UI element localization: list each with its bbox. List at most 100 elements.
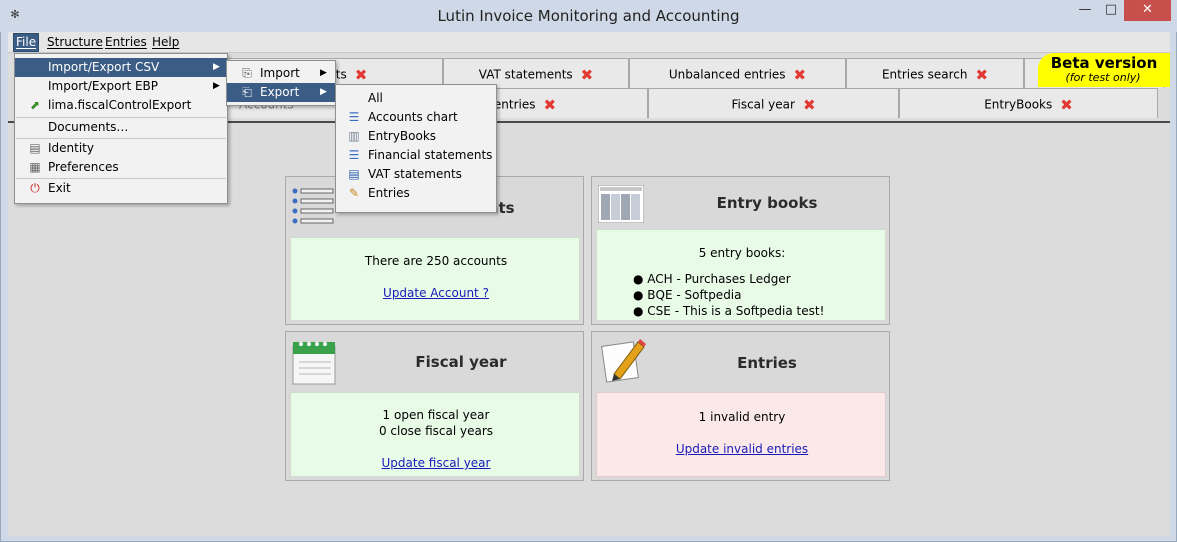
menu-item-export[interactable]: ⎗ Export ▶ [227, 83, 335, 102]
tab-label: Fiscal year [731, 97, 795, 112]
entrybooks-count-text: 5 entry books: [698, 246, 786, 260]
panel-title: Fiscal year [415, 353, 507, 371]
menu-item-label: Import [260, 66, 300, 80]
entrybook-label: ACH - Purchases Ledger [647, 272, 791, 286]
panel-title: Entries [737, 354, 797, 372]
entrybooks-icon [597, 184, 645, 224]
update-account-link[interactable]: Update Account ? [291, 286, 581, 300]
menu-item-label: Export [260, 85, 300, 99]
beta-title: Beta version [1050, 54, 1158, 72]
menu-item-export-entrybooks[interactable]: ▥ EntryBooks [336, 127, 496, 146]
panel-title: Entry books [716, 194, 818, 212]
maximize-button[interactable]: □ [1098, 0, 1124, 21]
close-tab-icon[interactable]: ✖ [1060, 96, 1073, 114]
tab-unbalanced-entries[interactable]: Unbalanced entries ✖ [629, 58, 846, 88]
menu-file[interactable]: File [12, 33, 40, 52]
menu-item-export-entries[interactable]: ✎ Entries [336, 184, 496, 203]
menu-item-import[interactable]: ⎘ Import ▶ [227, 64, 335, 83]
close-tab-icon[interactable]: ✖ [544, 96, 557, 114]
vat-statements-icon: ▤ [348, 167, 360, 181]
list-item: ● CSE - This is a Softpedia test! [633, 304, 825, 318]
import-icon: ⎘ [242, 66, 252, 80]
accounts-info: There are 250 accounts Update Account ? [290, 237, 580, 321]
update-fiscal-year-link[interactable]: Update fiscal year [291, 456, 581, 470]
submenu-arrow-icon: ▶ [213, 81, 220, 91]
submenu-arrow-icon: ▶ [213, 62, 220, 72]
menu-item-label: Financial statements [368, 148, 493, 162]
close-tab-icon[interactable]: ✖ [581, 66, 594, 84]
tab-entries-search[interactable]: Entries search ✖ [846, 58, 1024, 88]
menu-item-import-export-ebp[interactable]: Import/Export EBP ▶ [15, 77, 227, 96]
file-menu: Import/Export CSV ▶ Import/Export EBP ▶ … [14, 53, 228, 204]
closed-fiscal-text: 0 close fiscal years [378, 424, 494, 438]
pencil-icon: ✎ [348, 186, 360, 200]
beta-subtitle: (for test only) [1065, 71, 1141, 84]
menu-item-label: VAT statements [368, 167, 462, 181]
entrybooks-info: 5 entry books: ● ACH - Purchases Ledger … [596, 229, 886, 321]
submenu-arrow-icon: ▶ [320, 87, 327, 97]
menu-item-label: All [368, 91, 383, 105]
window-title: Lutin Invoice Monitoring and Accounting [437, 7, 740, 25]
export-icon: ⬈ [29, 98, 41, 112]
menu-item-label: Entries [368, 186, 410, 200]
menu-item-export-vat-statements[interactable]: ▤ VAT statements [336, 165, 496, 184]
close-tab-icon[interactable]: ✖ [975, 66, 988, 84]
title-bar: ✻ Lutin Invoice Monitoring and Accountin… [0, 0, 1177, 32]
calendar-icon [291, 338, 339, 386]
close-tab-icon[interactable]: ✖ [355, 66, 368, 84]
menu-help[interactable]: Help [150, 34, 181, 51]
entrybook-label: BQE - Softpedia [647, 288, 742, 302]
fiscal-year-info: 1 open fiscal year 0 close fiscal years … [290, 392, 580, 477]
accounts-chart-icon: ☰ [348, 110, 360, 124]
export-submenu: All ☰ Accounts chart ▥ EntryBooks ☰ Fina… [335, 84, 497, 213]
open-fiscal-text: 1 open fiscal year [382, 408, 490, 422]
menu-item-label: Identity [48, 141, 94, 155]
menu-item-label: Import/Export CSV [48, 60, 160, 74]
exit-icon: ⏻ [30, 181, 40, 195]
submenu-arrow-icon: ▶ [320, 68, 327, 78]
identity-icon: ▤ [29, 141, 41, 155]
close-tab-icon[interactable]: ✖ [803, 96, 816, 114]
accounts-count-text: There are 250 accounts [364, 254, 508, 268]
menu-item-import-export-csv[interactable]: Import/Export CSV ▶ [15, 58, 227, 77]
menu-item-export-accounts-chart[interactable]: ☰ Accounts chart [336, 108, 496, 127]
tab-entrybooks[interactable]: EntryBooks ✖ [899, 88, 1158, 118]
menu-item-label: Accounts chart [368, 110, 458, 124]
menu-item-label: Exit [48, 181, 71, 195]
beta-badge: Beta version (for test only) [1038, 53, 1170, 87]
menu-item-export-financial-statements[interactable]: ☰ Financial statements [336, 146, 496, 165]
export-icon: ⎗ [242, 85, 252, 99]
close-tab-icon[interactable]: ✖ [794, 66, 807, 84]
menu-item-preferences[interactable]: ▦ Preferences [15, 158, 227, 177]
menu-item-label: Import/Export EBP [48, 79, 159, 93]
list-item: ● ACH - Purchases Ledger [633, 272, 791, 286]
menu-structure[interactable]: Structure [45, 34, 105, 51]
financial-statements-icon: ☰ [348, 148, 360, 162]
menu-item-label: Preferences [48, 160, 119, 174]
menu-item-documents[interactable]: Documents… [15, 118, 227, 137]
close-button[interactable]: ✕ [1124, 0, 1171, 21]
entrybook-label: CSE - This is a Softpedia test! [647, 304, 825, 318]
entrybooks-panel: Entry books 5 entry books: ● ACH - Purch… [591, 176, 890, 325]
menu-bar: File Structure Entries Help [8, 32, 1170, 53]
menu-entries[interactable]: Entries [103, 34, 149, 51]
accounts-chart-icon [291, 185, 335, 225]
update-invalid-entries-link[interactable]: Update invalid entries [597, 442, 887, 456]
menu-item-export-all[interactable]: All [336, 89, 496, 108]
entrybooks-icon: ▥ [348, 129, 360, 143]
minimize-button[interactable]: — [1072, 0, 1098, 21]
invalid-entries-text: 1 invalid entry [698, 410, 786, 424]
entries-panel: Entries 1 invalid entry Update invalid e… [591, 331, 890, 481]
menu-item-exit[interactable]: ⏻ Exit [15, 179, 227, 198]
list-item: ● BQE - Softpedia [633, 288, 742, 302]
menu-item-fiscal-control-export[interactable]: ⬈ lima.fiscalControlExport [15, 96, 227, 115]
csv-submenu: ⎘ Import ▶ ⎗ Export ▶ [226, 60, 336, 106]
tab-label: Unbalanced entries [668, 67, 786, 82]
menu-item-label: lima.fiscalControlExport [48, 98, 192, 112]
tab-label: EntryBooks [984, 97, 1053, 112]
menu-item-identity[interactable]: ▤ Identity [15, 139, 227, 158]
tab-fiscal-year[interactable]: Fiscal year ✖ [648, 88, 899, 118]
tab-label: VAT statements [478, 67, 573, 82]
menu-item-label: Documents… [48, 120, 129, 134]
menu-item-label: EntryBooks [368, 129, 437, 143]
